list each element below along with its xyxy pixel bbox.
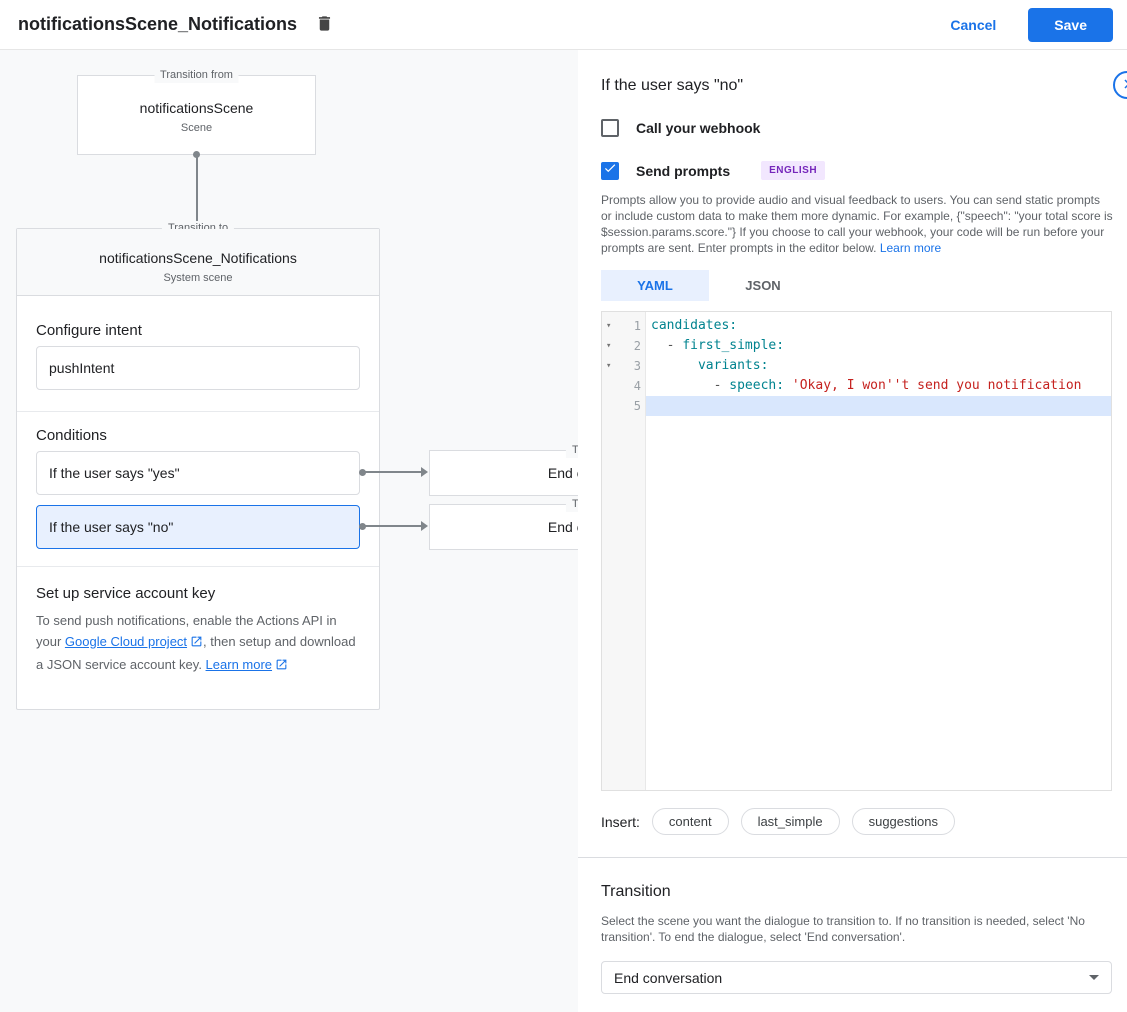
insert-chips: content last_simple suggestions [652, 808, 955, 835]
editor-tabs: YAML JSON [601, 270, 1112, 301]
end-node-2-title: End conversation [548, 519, 578, 535]
from-scene-name: notificationsScene [78, 100, 315, 116]
condition-no-connector-line [365, 525, 422, 527]
configure-intent-heading: Configure intent [36, 322, 142, 339]
app-root: notificationsScene_Notifications Cancel … [0, 0, 1127, 1012]
delete-scene-button[interactable] [311, 12, 337, 38]
code-content: - first_simple: [646, 336, 1111, 356]
condition-yes-arrow-icon [421, 467, 428, 477]
call-webhook-label: Call your webhook [636, 120, 760, 136]
card-divider-1 [17, 411, 379, 412]
language-badge: ENGLISH [761, 161, 825, 180]
code-content: variants: [646, 356, 1111, 376]
code-line[interactable]: ▾1candidates: [602, 316, 1111, 336]
transition-heading: Transition [601, 883, 1112, 901]
card-divider-2 [17, 566, 379, 567]
service-account-text: To send push notifications, enable the A… [36, 610, 364, 677]
scene-card-type: System scene [17, 272, 379, 284]
send-prompts-checkbox[interactable] [601, 162, 619, 180]
call-webhook-checkbox[interactable] [601, 119, 619, 137]
condition-user-says-no[interactable]: If the user says "no" [36, 505, 360, 549]
line-number: 5 [618, 396, 641, 416]
line-number: 1 [618, 316, 641, 336]
insert-chip-last_simple[interactable]: last_simple [741, 808, 840, 835]
code-line[interactable]: 4 - speech: 'Okay, I won''t send you not… [602, 376, 1111, 396]
external-link-icon [190, 633, 203, 654]
conditions-heading: Conditions [36, 427, 107, 444]
scene-card: Transition to notificationsScene_Notific… [16, 228, 380, 710]
learn-more-link-left[interactable]: Learn more [206, 657, 272, 672]
dropdown-arrow-icon [1089, 975, 1099, 980]
send-prompts-label: Send prompts [636, 163, 730, 179]
page-title: notificationsScene_Notifications [18, 14, 297, 35]
panel-title: If the user says "no" [601, 50, 1112, 95]
insert-row: Insert: content last_simple suggestions [601, 808, 1112, 835]
line-number: 2 [618, 336, 641, 356]
google-cloud-project-link[interactable]: Google Cloud project [65, 634, 187, 649]
code-line[interactable]: 5 [602, 396, 1111, 416]
code-content [646, 396, 1111, 416]
scene-node-from[interactable]: Transition from notificationsScene Scene [77, 75, 316, 155]
scene-card-title: notificationsScene_Notifications [17, 250, 379, 266]
code-line[interactable]: ▾3 variants: [602, 356, 1111, 376]
insert-label: Insert: [601, 814, 640, 830]
line-number: 3 [618, 356, 641, 376]
condition-detail-panel: If the user says "no" Call your webhook … [578, 50, 1127, 1012]
external-link-icon-2 [275, 656, 288, 677]
intent-push-intent[interactable]: pushIntent [36, 346, 360, 390]
fold-arrow-icon[interactable]: ▾ [606, 356, 618, 376]
collapse-panel-button[interactable] [1113, 71, 1127, 99]
condition-yes-connector-line [365, 471, 422, 473]
tab-yaml[interactable]: YAML [601, 270, 709, 301]
insert-chip-content[interactable]: content [652, 808, 729, 835]
cancel-button[interactable]: Cancel [950, 17, 996, 33]
tab-json[interactable]: JSON [709, 270, 817, 301]
insert-chip-suggestions[interactable]: suggestions [852, 808, 955, 835]
condition-yes-label: If the user says "yes" [49, 465, 180, 481]
intent-label: pushIntent [49, 360, 114, 376]
call-webhook-row: Call your webhook [601, 119, 1112, 137]
end-node-1-title: End conversation [548, 465, 578, 481]
gutter-cell: ▾3 [602, 356, 646, 376]
learn-more-link-right[interactable]: Learn more [880, 241, 941, 255]
transition-description: Select the scene you want the dialogue t… [601, 913, 1113, 945]
prompts-description-text: Prompts allow you to provide audio and v… [601, 193, 1113, 255]
condition-no-arrow-icon [421, 521, 428, 531]
end-conversation-node-2[interactable]: Transition to End conversation [429, 504, 578, 550]
transition-from-label: Transition from [154, 68, 239, 83]
top-bar: notificationsScene_Notifications Cancel … [0, 0, 1127, 50]
end-conversation-node-1[interactable]: Transition to End conversation [429, 450, 578, 496]
transition-select[interactable]: End conversation [601, 961, 1112, 994]
panel-divider [578, 857, 1127, 858]
gutter-cell: ▾1 [602, 316, 646, 336]
condition-user-says-yes[interactable]: If the user says "yes" [36, 451, 360, 495]
prompts-description: Prompts allow you to provide audio and v… [601, 192, 1113, 256]
code-lines: ▾1candidates:▾2 - first_simple:▾3 varian… [602, 312, 1111, 416]
scene-flow-panel: Transition from notificationsScene Scene… [0, 50, 578, 1012]
connector-line [196, 156, 198, 222]
send-prompts-row: Send prompts ENGLISH [601, 161, 1112, 180]
gutter-cell: ▾2 [602, 336, 646, 356]
code-line[interactable]: ▾2 - first_simple: [602, 336, 1111, 356]
transition-select-value: End conversation [614, 970, 722, 986]
fold-arrow-icon[interactable]: ▾ [606, 336, 618, 356]
code-content: candidates: [646, 316, 1111, 336]
trash-icon [315, 14, 334, 36]
yaml-editor[interactable]: ▾1candidates:▾2 - first_simple:▾3 varian… [601, 311, 1112, 791]
end-node-2-label: Transition to [566, 497, 578, 512]
end-node-1-label: Transition to [566, 443, 578, 458]
chevron-right-icon [1118, 75, 1127, 96]
code-content: - speech: 'Okay, I won''t send you notif… [646, 376, 1111, 396]
condition-no-label: If the user says "no" [49, 519, 173, 535]
gutter-cell: 5 [602, 396, 646, 416]
save-button[interactable]: Save [1028, 8, 1113, 42]
checkmark-icon [603, 161, 617, 180]
gutter-cell: 4 [602, 376, 646, 396]
line-number: 4 [618, 376, 641, 396]
from-scene-type: Scene [78, 122, 315, 134]
fold-arrow-icon[interactable]: ▾ [606, 316, 618, 336]
scene-card-header: notificationsScene_Notifications System … [17, 229, 379, 296]
service-account-heading: Set up service account key [36, 585, 215, 602]
